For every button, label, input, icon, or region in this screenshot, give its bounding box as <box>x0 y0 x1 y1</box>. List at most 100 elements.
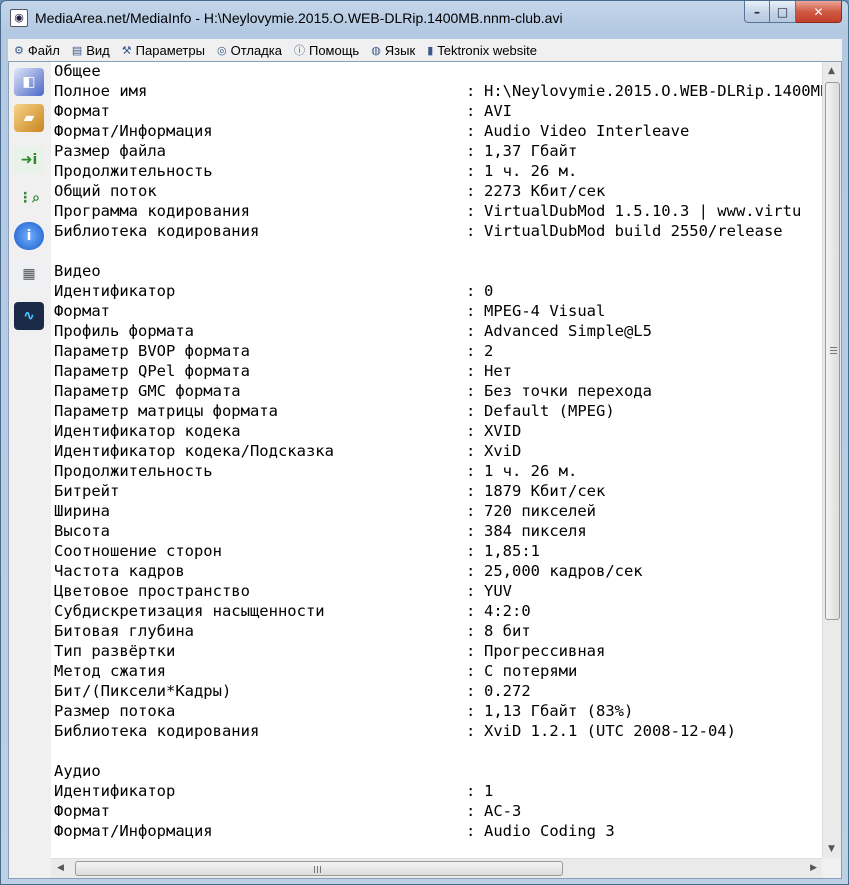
report-line: Метод сжатия: С потерями <box>51 662 823 682</box>
field-separator: : <box>466 802 476 820</box>
mediainfo-app-icon[interactable]: ◉ <box>10 9 28 27</box>
field-name: Соотношение сторон <box>54 542 222 560</box>
field-value: 2 <box>484 342 494 360</box>
open-file-icon[interactable]: ◧ <box>14 68 44 96</box>
vertical-scrollbar[interactable]: ▲ ▼ <box>822 62 841 858</box>
grip-line <box>317 866 318 873</box>
open-folder-icon[interactable]: ▰ <box>14 104 44 132</box>
field-separator: : <box>466 202 476 220</box>
field-name: Ширина <box>54 502 110 520</box>
vertical-scroll-thumb[interactable] <box>825 82 840 620</box>
field-separator: : <box>466 162 476 180</box>
field-separator: : <box>466 682 476 700</box>
scroll-right-icon[interactable]: ▶ <box>810 863 817 873</box>
field-name: Субдискретизация насыщенности <box>54 602 325 620</box>
field-separator: : <box>466 542 476 560</box>
field-separator: : <box>466 702 476 720</box>
report-line: Бит/(Пиксели*Кадры):0.272 <box>51 682 823 702</box>
report-line: Размер потока:1,13 Гбайт (83%) <box>51 702 823 722</box>
section-header: Видео <box>51 262 823 282</box>
field-value: YUV <box>484 582 512 600</box>
field-separator: : <box>466 102 476 120</box>
menu-label: Параметры <box>135 42 205 58</box>
menu-label: Язык <box>384 42 416 58</box>
parameters-icon: ⚒ <box>121 44 132 57</box>
field-name: Аудио <box>54 762 101 780</box>
report-line: Программа кодирования: VirtualDubMod 1.5.… <box>51 202 823 222</box>
menu-language[interactable]: ◍ Язык <box>371 43 415 58</box>
menu-file[interactable]: ⚙ Файл <box>14 43 60 58</box>
field-name: Параметр GMC формата <box>54 382 241 400</box>
horizontal-scroll-thumb[interactable] <box>75 861 563 876</box>
field-value: 0 <box>484 282 494 300</box>
report-line: Высота:384 пикселя <box>51 522 823 542</box>
field-separator: : <box>466 462 476 480</box>
file-icon: ⚙ <box>14 44 24 57</box>
field-value: 8 бит <box>484 622 531 640</box>
field-name: Профиль формата <box>54 322 194 340</box>
field-separator: : <box>466 822 476 840</box>
waveform-icon[interactable]: ∿ <box>14 302 44 330</box>
field-value: MPEG-4 Visual <box>484 302 606 320</box>
field-value: 0.272 <box>484 682 531 700</box>
field-value: 1879 Кбит/сек <box>484 482 606 500</box>
grip-line <box>830 353 837 354</box>
report-line: Размер файла:1,37 Гбайт <box>51 142 823 162</box>
field-separator: : <box>466 642 476 660</box>
menu-parameters[interactable]: ⚒ Параметры <box>122 43 205 58</box>
scroll-left-icon[interactable]: ◀ <box>57 863 64 873</box>
report-line: Полное имя: H:\Neylovymie.2015.O.WEB-DLRi… <box>51 82 823 102</box>
info-icon[interactable]: i <box>14 222 44 250</box>
menu-debug[interactable]: ◎ Отладка <box>217 43 282 58</box>
field-name: Метод сжатия <box>54 662 166 680</box>
minimize-button[interactable]: – <box>744 1 770 23</box>
field-name: Программа кодирования <box>54 202 250 220</box>
field-separator: : <box>466 622 476 640</box>
report-line: Профиль формата: Advanced Simple@L5 <box>51 322 823 342</box>
field-value: 4:2:0 <box>484 602 531 620</box>
field-name: Формат/Информация <box>54 822 213 840</box>
report-line <box>51 742 823 762</box>
field-name: Тип развёртки <box>54 642 176 660</box>
field-value: Нет <box>484 362 512 380</box>
title-bar[interactable]: ◉ MediaArea.net/MediaInfo - H:\Neylovymi… <box>1 1 848 35</box>
field-separator: : <box>466 182 476 200</box>
field-separator: : <box>466 722 476 740</box>
field-name: Формат/Информация <box>54 122 213 140</box>
menu-help[interactable]: ⓘ Помощь <box>294 42 359 58</box>
field-value: Прогрессивная <box>484 642 606 660</box>
menu-tektronix[interactable]: ▮ Tektronix website <box>427 43 537 58</box>
menu-label: Помощь <box>308 42 360 58</box>
field-name: Видео <box>54 262 101 280</box>
maximize-button[interactable]: □ <box>770 1 796 23</box>
close-button[interactable]: ✕ <box>796 1 842 23</box>
report-line: Соотношение сторон:1,85:1 <box>51 542 823 562</box>
field-name: Формат <box>54 802 110 820</box>
report-line: Ширина:720 пикселей <box>51 502 823 522</box>
field-value: С потерями <box>484 662 578 680</box>
report-line: Продолжительность:1 ч. 26 м. <box>51 462 823 482</box>
documents-icon[interactable]: ▦ <box>14 260 44 288</box>
report-line: Идентификатор кодека/Подсказка: XviD <box>51 442 823 462</box>
field-value: 2273 Кбит/сек <box>484 182 606 200</box>
scroll-up-icon[interactable]: ▲ <box>828 66 835 76</box>
field-value: 1 <box>484 782 494 800</box>
report-line: Продолжительность:1 ч. 26 м. <box>51 162 823 182</box>
field-name: Параметр BVOP формата <box>54 342 250 360</box>
field-value: 1 ч. 26 м. <box>484 462 578 480</box>
field-value: 1 ч. 26 м. <box>484 162 578 180</box>
menu-view[interactable]: ▤ Вид <box>72 43 110 58</box>
field-separator: : <box>466 402 476 420</box>
menu-label: Отладка <box>230 42 282 58</box>
field-name: Битовая глубина <box>54 622 194 640</box>
report-line: Идентификатор кодека: XVID <box>51 422 823 442</box>
scrollbar-corner <box>822 858 841 878</box>
report-line: Параметр QPel формата: Нет <box>51 362 823 382</box>
report-text[interactable]: Общее Полное имя: H:\Neylovymie.2015.O.WEB… <box>51 62 823 858</box>
scroll-down-icon[interactable]: ▼ <box>828 844 835 854</box>
grip-line <box>830 350 837 351</box>
menu-label: Файл <box>27 42 60 58</box>
horizontal-scrollbar[interactable]: ◀ ▶ <box>51 858 823 878</box>
export-icon[interactable]: ➜i <box>14 146 44 174</box>
tree-view-icon[interactable]: ⋮⌕ <box>14 184 44 212</box>
